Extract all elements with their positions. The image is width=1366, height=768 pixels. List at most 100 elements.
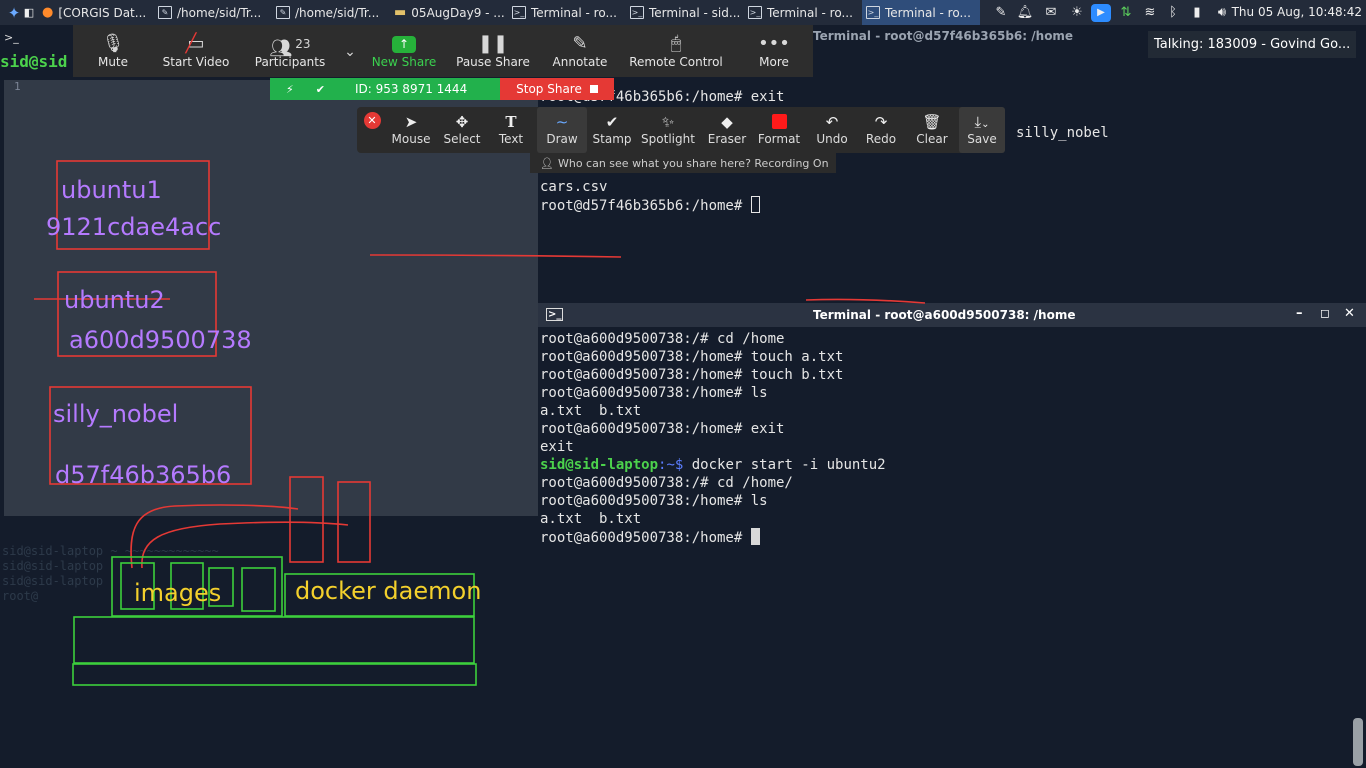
draw-tool[interactable]: ∼ Draw: [537, 107, 587, 153]
images-label: images: [134, 579, 222, 607]
volume-icon[interactable]: 🔊︎: [1211, 0, 1233, 25]
arrow-to-container-2: [141, 521, 349, 569]
move-icon: ✥: [455, 113, 469, 131]
chevron-down-icon: ⌄: [344, 44, 356, 60]
start-video-button[interactable]: ▭ ╱ Start Video: [159, 25, 233, 77]
clock[interactable]: Thu 05 Aug, 10:48:42: [1232, 0, 1362, 25]
task-terminal-3[interactable]: >_ Terminal - ro...: [744, 0, 860, 25]
save-download-icon: ⤓⌄: [974, 113, 990, 131]
remote-control-button[interactable]: 🖱︎ Remote Control: [627, 25, 725, 77]
app-menu-icon[interactable]: ✦: [4, 0, 24, 25]
zoom-meeting-toolbar: 🎙︎ Mute ▭ ╱ Start Video 👥︎ 23 Participants…: [73, 25, 813, 77]
container-box-1: [289, 476, 324, 563]
bluetooth-icon[interactable]: ᛒ: [1163, 0, 1183, 25]
task-label: Terminal - ro...: [531, 5, 617, 20]
task-label: 05AugDay9 - ...: [411, 5, 505, 20]
mail-icon[interactable]: ✉: [1040, 0, 1062, 25]
lightbulb-icon[interactable]: ☀: [1066, 0, 1088, 25]
shield-icon: ⚡: [286, 82, 294, 96]
notes-icon[interactable]: ✎: [990, 0, 1012, 25]
format-tool[interactable]: Format: [757, 107, 801, 153]
meeting-id-bar[interactable]: ⚡ ✔ ID: 953 8971 1444: [270, 78, 500, 100]
eraser-icon: ◆: [721, 113, 733, 131]
task-label: Terminal - sid...: [649, 5, 741, 20]
redo-label: Redo: [865, 132, 897, 146]
wifi-icon[interactable]: ≋: [1139, 0, 1161, 25]
annotate-label: Annotate: [552, 55, 608, 69]
task-editor-1[interactable]: ✎ /home/sid/Tr...: [154, 0, 270, 25]
container-box-2: [337, 481, 371, 563]
arrow-to-container-1: [130, 504, 299, 569]
bell-icon[interactable]: 🔔︎: [1014, 0, 1036, 25]
eraser-tool[interactable]: ◆ Eraser: [707, 107, 747, 153]
task-terminal-4[interactable]: >_ Terminal - ro...: [862, 0, 980, 25]
terminal1-title: Terminal - root@d57f46b365b6: /home: [813, 29, 1074, 43]
terminal-icon: >_: [630, 6, 644, 19]
task-editor-2[interactable]: ✎ /home/sid/Tr...: [272, 0, 388, 25]
select-tool[interactable]: ✥ Select: [443, 107, 481, 153]
who-can-see-banner[interactable]: 👤︎ Who can see what you share here? Reco…: [530, 153, 836, 173]
task-label: [CORGIS Dat...: [58, 5, 147, 20]
annotate-button[interactable]: ✎ Annotate: [549, 25, 611, 77]
mute-button[interactable]: 🎙︎ Mute: [93, 25, 133, 77]
pencil-icon: ✎: [572, 33, 588, 54]
clear-label: Clear: [916, 132, 948, 146]
taskbar: ✦ ◧ ● [CORGIS Dat... ✎ /home/sid/Tr... ✎…: [0, 0, 1366, 25]
meeting-id: ID: 953 8971 1444: [354, 82, 468, 96]
participants-icon: 👥︎ 23: [269, 37, 311, 59]
task-corgis[interactable]: ● [CORGIS Dat...: [38, 0, 152, 25]
redo-icon: ↷: [874, 113, 888, 131]
task-label: Terminal - ro...: [767, 5, 853, 20]
pause-share-button[interactable]: ❚❚ Pause Share: [453, 25, 533, 77]
task-label: /home/sid/Tr...: [295, 5, 380, 20]
zoom-tray-icon[interactable]: ▶: [1090, 0, 1112, 25]
draw-label: Draw: [546, 132, 578, 146]
red-underline: [369, 254, 622, 258]
redo-button[interactable]: ↷ Redo: [865, 107, 897, 153]
close-annotation-button[interactable]: ✕: [361, 107, 383, 153]
spotlight-tool[interactable]: ✨︎ Spotlight: [641, 107, 695, 153]
silly-nobel-id-label: d57f46b365b6: [55, 461, 232, 489]
stop-share-label: Stop Share: [516, 82, 582, 96]
save-label: Save: [967, 132, 997, 146]
remote-control-label: Remote Control: [629, 55, 723, 69]
red-underline-2: [805, 298, 926, 304]
pause-icon: ❚❚: [477, 33, 509, 54]
participants-count: 23: [295, 37, 311, 51]
share-status-strip: ⚡ ✔ ID: 953 8971 1444 Stop Share: [270, 78, 614, 100]
stamp-tool[interactable]: ✔ Stamp: [592, 107, 632, 153]
undo-label: Undo: [816, 132, 848, 146]
docker-daemon-label: docker daemon: [295, 577, 482, 605]
battery-icon[interactable]: ▮: [1186, 0, 1208, 25]
show-desktop-icon[interactable]: ◧: [22, 0, 36, 25]
task-folder[interactable]: ▬ 05AugDay9 - ...: [390, 0, 506, 25]
start-video-label: Start Video: [162, 55, 230, 69]
clear-button[interactable]: 🗑︎ Clear: [915, 107, 949, 153]
mouse-tool[interactable]: ➤ Mouse: [391, 107, 431, 153]
save-button[interactable]: ⤓⌄ Save: [959, 107, 1005, 153]
stamp-label: Stamp: [592, 132, 632, 146]
person-icon: 👤︎: [540, 156, 554, 170]
network-icon[interactable]: ⇅: [1115, 0, 1137, 25]
cursor-arrow-icon: ➤: [404, 113, 418, 131]
hardware-box: [72, 663, 477, 686]
task-terminal-1[interactable]: >_ Terminal - ro...: [508, 0, 624, 25]
color-swatch-icon: [771, 112, 787, 132]
undo-button[interactable]: ↶ Undo: [815, 107, 849, 153]
host-os-box: [73, 616, 475, 664]
task-label: Terminal - ro...: [885, 5, 971, 20]
new-share-button[interactable]: ↑ New Share: [369, 25, 439, 77]
participants-button[interactable]: 👥︎ 23 Participants: [253, 25, 327, 77]
task-label: /home/sid/Tr...: [177, 5, 262, 20]
stop-share-button[interactable]: Stop Share: [500, 78, 614, 100]
text-label: Text: [498, 132, 524, 146]
text-tool[interactable]: T Text: [495, 107, 527, 153]
editor-icon: ✎: [276, 6, 290, 19]
task-terminal-2[interactable]: >_ Terminal - sid...: [626, 0, 742, 25]
more-label: More: [759, 55, 789, 69]
terminal-icon: >_: [512, 6, 526, 19]
participants-menu-button[interactable]: ⌄: [339, 25, 361, 77]
spotlight-label: Spotlight: [641, 132, 695, 146]
more-button[interactable]: ••• More: [753, 25, 795, 77]
terminal-icon: >_: [866, 6, 880, 19]
